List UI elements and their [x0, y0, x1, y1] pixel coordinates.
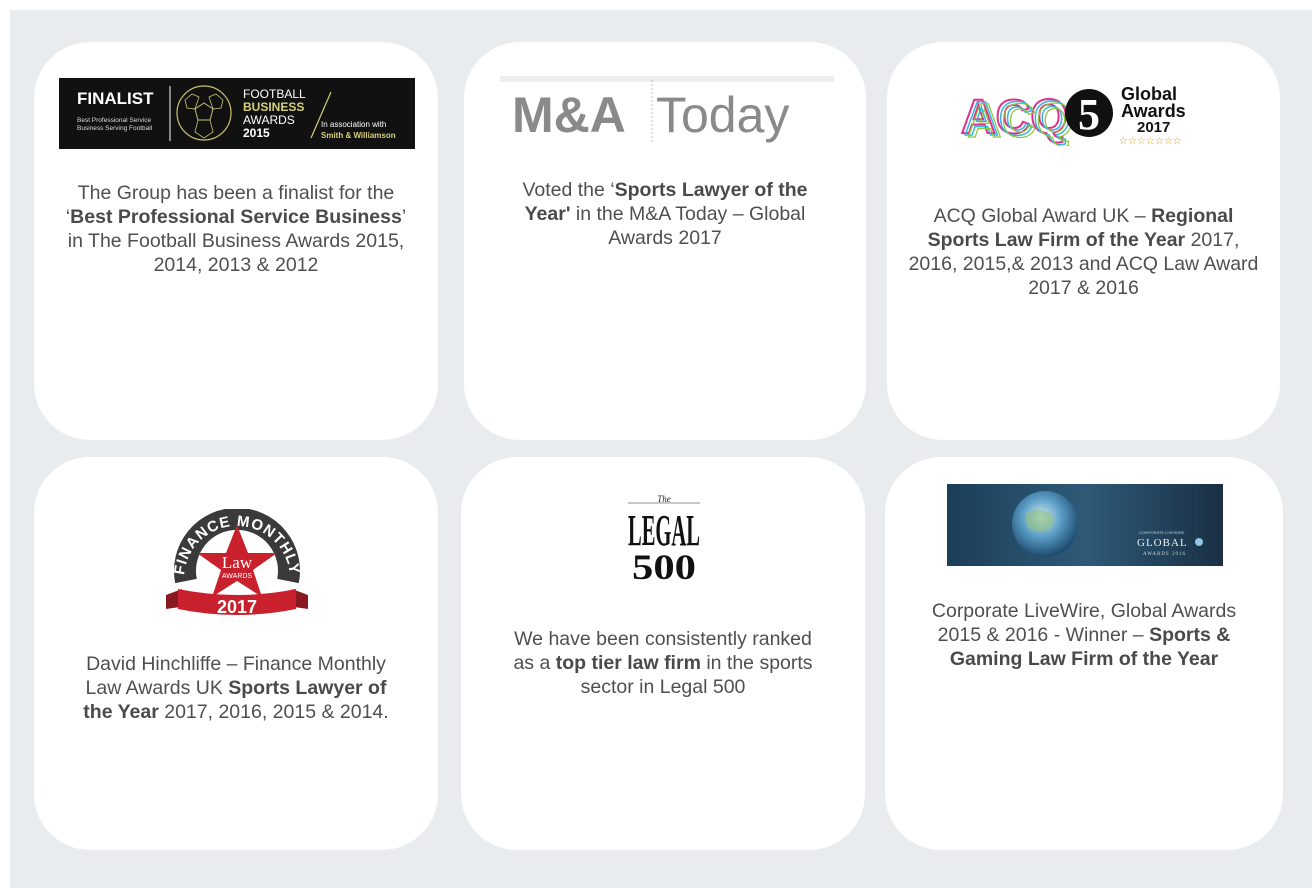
svg-text:M&A: M&A [512, 87, 626, 143]
svg-text:ACQ: ACQ [967, 95, 1074, 146]
award-card-football-business: FINALIST Best Professional Service Busin… [34, 42, 438, 440]
award-card-finance-monthly: FINANCE MONTHLY Law AWARDS 2017 David Hi… [34, 457, 438, 850]
svg-text:2017: 2017 [1137, 119, 1170, 136]
award-card-acq: ACQ ACQ ACQ 5 Global Awards 2017 ☆☆☆☆☆☆☆… [887, 42, 1280, 440]
award-description: David Hinchliffe – Finance Monthly Law A… [83, 653, 389, 723]
svg-text:BUSINESS: BUSINESS [243, 100, 304, 114]
svg-text:Awards: Awards [1121, 101, 1186, 121]
svg-text:Smith & Williamson: Smith & Williamson [321, 131, 396, 140]
svg-text:CORPORATE LIVEWIRE: CORPORATE LIVEWIRE [1139, 530, 1185, 535]
ma-today-logo: M&A Today [500, 76, 834, 144]
svg-text:FOOTBALL: FOOTBALL [243, 87, 306, 101]
corporate-livewire-global-awards-logo: CORPORATE LIVEWIRE GLOBAL AWARDS 2016 [947, 484, 1223, 566]
svg-text:5: 5 [1078, 90, 1100, 139]
finalist-label: FINALIST [77, 89, 154, 108]
award-description: We have been consistently ranked as a to… [513, 628, 813, 698]
award-card-legal-500: The LEGAL 500 We have been consistently … [461, 457, 865, 850]
svg-text:GLOBAL: GLOBAL [1137, 537, 1188, 549]
svg-text:AWARDS: AWARDS [222, 573, 253, 580]
svg-text:In association with: In association with [321, 120, 386, 129]
svg-text:2017: 2017 [217, 597, 257, 617]
award-card-corporate-livewire: CORPORATE LIVEWIRE GLOBAL AWARDS 2016 Co… [885, 457, 1283, 850]
svg-text:☆☆☆☆☆☆☆: ☆☆☆☆☆☆☆ [1119, 136, 1182, 146]
svg-text:AWARDS: AWARDS [243, 113, 295, 127]
award-description: The Group has been a finalist for the ‘B… [65, 182, 407, 276]
award-description: Corporate LiveWire, Global Awards 2015 &… [931, 600, 1237, 670]
award-description: ACQ Global Award UK – Regional Sports La… [908, 205, 1259, 299]
svg-text:Best Professional Service: Best Professional Service [77, 117, 151, 124]
finance-monthly-law-awards-logo: FINANCE MONTHLY Law AWARDS 2017 [164, 507, 310, 621]
svg-text:Today: Today [656, 87, 789, 143]
legal-500-logo: The LEGAL 500 [622, 493, 706, 587]
svg-text:AWARDS 2016: AWARDS 2016 [1143, 552, 1186, 557]
award-description: Voted the ‘Sports Lawyer of the Year' in… [522, 179, 808, 249]
svg-text:500: 500 [632, 547, 696, 583]
svg-text:Business Serving Football: Business Serving Football [77, 125, 153, 132]
award-card-ma-today: M&A Today Voted the ‘Sports Lawyer of th… [464, 42, 866, 440]
football-business-awards-logo: FINALIST Best Professional Service Busin… [59, 78, 415, 149]
acq-global-awards-logo: ACQ ACQ ACQ 5 Global Awards 2017 ☆☆☆☆☆☆☆ [959, 80, 1211, 149]
svg-text:Law: Law [222, 553, 253, 572]
svg-text:The: The [657, 494, 671, 504]
svg-text:2015: 2015 [243, 126, 270, 140]
